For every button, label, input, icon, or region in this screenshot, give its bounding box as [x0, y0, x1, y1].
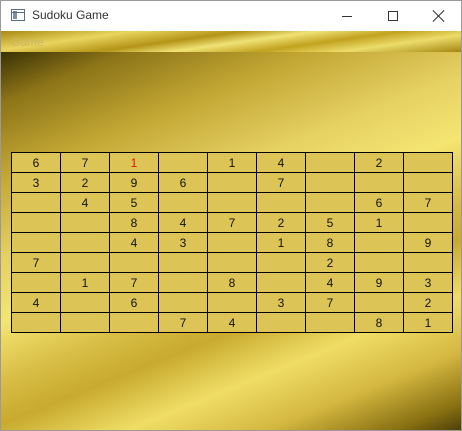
sudoku-cell-r6-c8[interactable]	[355, 253, 404, 273]
sudoku-cell-r8-c9[interactable]: 2	[404, 293, 453, 313]
sudoku-cell-r8-c6[interactable]: 3	[257, 293, 306, 313]
sudoku-cell-r3-c1[interactable]	[12, 193, 61, 213]
sudoku-cell-r2-c7[interactable]	[306, 173, 355, 193]
sudoku-cell-r7-c3[interactable]: 7	[110, 273, 159, 293]
sudoku-cell-r8-c7[interactable]: 7	[306, 293, 355, 313]
sudoku-cell-r8-c8[interactable]	[355, 293, 404, 313]
sudoku-cell-r4-c7[interactable]: 5	[306, 213, 355, 233]
sudoku-cell-r9-c3[interactable]	[110, 313, 159, 333]
sudoku-cell-r7-c5[interactable]: 8	[208, 273, 257, 293]
sudoku-cell-r7-c2[interactable]: 1	[61, 273, 110, 293]
sudoku-cell-r6-c7[interactable]: 2	[306, 253, 355, 273]
sudoku-cell-r2-c2[interactable]: 2	[61, 173, 110, 193]
sudoku-cell-r3-c9[interactable]: 7	[404, 193, 453, 213]
sudoku-cell-r2-c5[interactable]	[208, 173, 257, 193]
sudoku-cell-r8-c4[interactable]	[159, 293, 208, 313]
sudoku-cell-r6-c3[interactable]	[110, 253, 159, 273]
sudoku-window: Sudoku Game Game 67114232967456784725143…	[0, 0, 462, 431]
sudoku-cell-r8-c2[interactable]	[61, 293, 110, 313]
sudoku-cell-r9-c7[interactable]	[306, 313, 355, 333]
sudoku-cell-r1-c6[interactable]: 4	[257, 153, 306, 173]
sudoku-cell-r1-c4[interactable]	[159, 153, 208, 173]
sudoku-cell-r7-c4[interactable]	[159, 273, 208, 293]
sudoku-cell-r9-c4[interactable]: 7	[159, 313, 208, 333]
sudoku-cell-r5-c2[interactable]	[61, 233, 110, 253]
sudoku-cell-r1-c5[interactable]: 1	[208, 153, 257, 173]
sudoku-cell-r5-c4[interactable]: 3	[159, 233, 208, 253]
maximize-button[interactable]	[370, 1, 416, 31]
menu-bar: Game	[1, 31, 461, 52]
sudoku-cell-r7-c1[interactable]	[12, 273, 61, 293]
sudoku-cell-r5-c5[interactable]	[208, 233, 257, 253]
sudoku-cell-r7-c7[interactable]: 4	[306, 273, 355, 293]
sudoku-cell-r3-c8[interactable]: 6	[355, 193, 404, 213]
sudoku-cell-r9-c6[interactable]	[257, 313, 306, 333]
sudoku-cell-r5-c6[interactable]: 1	[257, 233, 306, 253]
sudoku-cell-r6-c4[interactable]	[159, 253, 208, 273]
menu-item-game[interactable]: Game	[5, 34, 50, 50]
sudoku-cell-r1-c3[interactable]: 1	[110, 153, 159, 173]
sudoku-cell-r4-c5[interactable]: 7	[208, 213, 257, 233]
sudoku-cell-r1-c1[interactable]: 6	[12, 153, 61, 173]
sudoku-cell-r5-c3[interactable]: 4	[110, 233, 159, 253]
sudoku-cell-r9-c1[interactable]	[12, 313, 61, 333]
sudoku-cell-r5-c9[interactable]: 9	[404, 233, 453, 253]
sudoku-cell-r4-c8[interactable]: 1	[355, 213, 404, 233]
sudoku-cell-r1-c2[interactable]: 7	[61, 153, 110, 173]
sudoku-cell-r5-c1[interactable]	[12, 233, 61, 253]
sudoku-cell-r4-c4[interactable]: 4	[159, 213, 208, 233]
window-app-icon[interactable]	[11, 9, 25, 21]
sudoku-cell-r3-c3[interactable]: 5	[110, 193, 159, 213]
sudoku-cell-r6-c2[interactable]	[61, 253, 110, 273]
sudoku-cell-r9-c5[interactable]: 4	[208, 313, 257, 333]
sudoku-cell-r3-c2[interactable]: 4	[61, 193, 110, 213]
minimize-button[interactable]	[324, 1, 370, 31]
sudoku-cell-r9-c9[interactable]: 1	[404, 313, 453, 333]
sudoku-cell-r6-c1[interactable]: 7	[12, 253, 61, 273]
minimize-icon	[342, 15, 352, 17]
sudoku-cell-r3-c6[interactable]	[257, 193, 306, 213]
sudoku-cell-r8-c3[interactable]: 6	[110, 293, 159, 313]
sudoku-cell-r2-c8[interactable]	[355, 173, 404, 193]
sudoku-cell-r6-c9[interactable]	[404, 253, 453, 273]
title-bar[interactable]: Sudoku Game	[1, 1, 461, 31]
sudoku-cell-r4-c9[interactable]	[404, 213, 453, 233]
sudoku-cell-r2-c6[interactable]: 7	[257, 173, 306, 193]
maximize-icon	[388, 11, 398, 21]
close-button[interactable]	[416, 1, 461, 31]
sudoku-cell-r6-c6[interactable]	[257, 253, 306, 273]
sudoku-cell-r4-c1[interactable]	[12, 213, 61, 233]
sudoku-cell-r1-c8[interactable]: 2	[355, 153, 404, 173]
sudoku-cell-r3-c7[interactable]	[306, 193, 355, 213]
sudoku-cell-r2-c4[interactable]: 6	[159, 173, 208, 193]
sudoku-cell-r9-c2[interactable]	[61, 313, 110, 333]
sudoku-cell-r5-c8[interactable]	[355, 233, 404, 253]
sudoku-cell-r7-c9[interactable]: 3	[404, 273, 453, 293]
sudoku-cell-r7-c6[interactable]	[257, 273, 306, 293]
window-title: Sudoku Game	[32, 8, 109, 22]
sudoku-cell-r2-c9[interactable]	[404, 173, 453, 193]
game-area: 6711423296745678472514318972178493463727…	[1, 52, 461, 430]
sudoku-cell-r4-c6[interactable]: 2	[257, 213, 306, 233]
sudoku-cell-r9-c8[interactable]: 8	[355, 313, 404, 333]
sudoku-cell-r7-c8[interactable]: 9	[355, 273, 404, 293]
sudoku-cell-r2-c1[interactable]: 3	[12, 173, 61, 193]
sudoku-cell-r2-c3[interactable]: 9	[110, 173, 159, 193]
sudoku-cell-r8-c1[interactable]: 4	[12, 293, 61, 313]
sudoku-cell-r3-c4[interactable]	[159, 193, 208, 213]
sudoku-cell-r3-c5[interactable]	[208, 193, 257, 213]
sudoku-cell-r5-c7[interactable]: 8	[306, 233, 355, 253]
sudoku-cell-r1-c9[interactable]	[404, 153, 453, 173]
sudoku-cell-r4-c2[interactable]	[61, 213, 110, 233]
close-icon	[433, 10, 445, 22]
sudoku-cell-r4-c3[interactable]: 8	[110, 213, 159, 233]
sudoku-cell-r8-c5[interactable]	[208, 293, 257, 313]
sudoku-cell-r1-c7[interactable]	[306, 153, 355, 173]
sudoku-cell-r6-c5[interactable]	[208, 253, 257, 273]
sudoku-grid: 6711423296745678472514318972178493463727…	[11, 152, 453, 333]
